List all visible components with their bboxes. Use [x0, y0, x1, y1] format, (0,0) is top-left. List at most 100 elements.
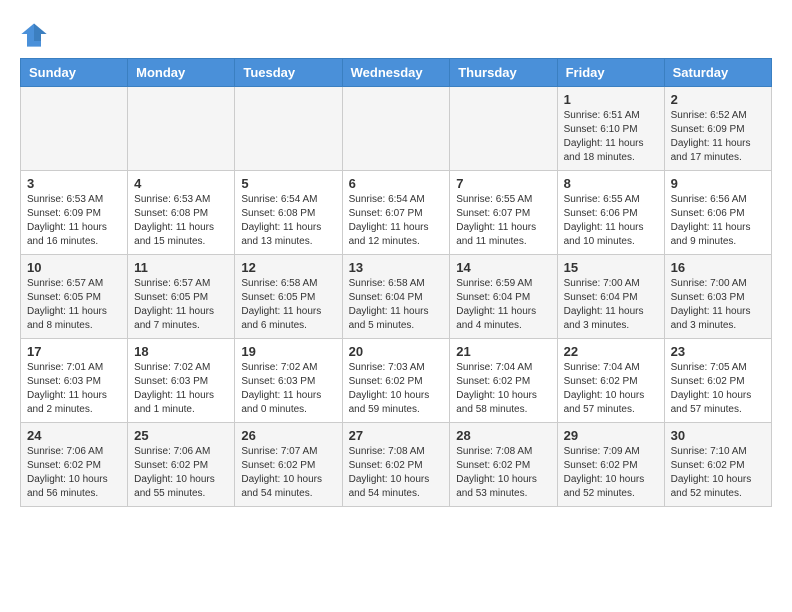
weekday-header: Saturday [664, 59, 771, 87]
day-info: Sunrise: 6:55 AM Sunset: 6:06 PM Dayligh… [564, 193, 658, 249]
day-info: Sunrise: 6:57 AM Sunset: 6:05 PM Dayligh… [27, 277, 121, 333]
day-number: 14 [456, 260, 550, 275]
calendar-day-cell [21, 87, 128, 171]
calendar-day-cell: 30 Sunrise: 7:10 AM Sunset: 6:02 PM Dayli… [664, 423, 771, 507]
day-number: 17 [27, 344, 121, 359]
calendar-day-cell: 2 Sunrise: 6:52 AM Sunset: 6:09 PM Daylig… [664, 87, 771, 171]
day-info: Sunrise: 7:05 AM Sunset: 6:02 PM Dayligh… [671, 361, 765, 417]
logo [20, 20, 52, 48]
day-number: 12 [241, 260, 335, 275]
day-number: 30 [671, 428, 765, 443]
calendar-day-cell [128, 87, 235, 171]
day-info: Sunrise: 6:58 AM Sunset: 6:04 PM Dayligh… [349, 277, 444, 333]
calendar-day-cell: 5 Sunrise: 6:54 AM Sunset: 6:08 PM Daylig… [235, 171, 342, 255]
calendar-day-cell: 13Sunrise: 6:58 AM Sunset: 6:04 PM Dayli… [342, 255, 450, 339]
day-info: Sunrise: 6:59 AM Sunset: 6:04 PM Dayligh… [456, 277, 550, 333]
day-info: Sunrise: 6:54 AM Sunset: 6:07 PM Dayligh… [349, 193, 444, 249]
calendar-day-cell: 22 Sunrise: 7:04 AM Sunset: 6:02 PM Dayli… [557, 339, 664, 423]
day-number: 5 [241, 176, 335, 191]
calendar-day-cell: 1 Sunrise: 6:51 AM Sunset: 6:10 PM Daylig… [557, 87, 664, 171]
day-info: Sunrise: 6:51 AM Sunset: 6:10 PM Dayligh… [564, 109, 658, 165]
day-number: 25 [134, 428, 228, 443]
calendar-week-row: 3 Sunrise: 6:53 AM Sunset: 6:09 PM Daylig… [21, 171, 772, 255]
day-info: Sunrise: 7:04 AM Sunset: 6:02 PM Dayligh… [456, 361, 550, 417]
day-info: Sunrise: 6:52 AM Sunset: 6:09 PM Dayligh… [671, 109, 765, 165]
day-info: Sunrise: 7:02 AM Sunset: 6:03 PM Dayligh… [134, 361, 228, 417]
calendar-day-cell: 14 Sunrise: 6:59 AM Sunset: 6:04 PM Dayli… [450, 255, 557, 339]
day-info: Sunrise: 7:08 AM Sunset: 6:02 PM Dayligh… [456, 445, 550, 501]
day-number: 11 [134, 260, 228, 275]
page-header [20, 20, 772, 48]
day-info: Sunrise: 7:00 AM Sunset: 6:04 PM Dayligh… [564, 277, 658, 333]
day-number: 10 [27, 260, 121, 275]
calendar-day-cell: 25 Sunrise: 7:06 AM Sunset: 6:02 PM Dayli… [128, 423, 235, 507]
calendar-day-cell: 19 Sunrise: 7:02 AM Sunset: 6:03 PM Dayli… [235, 339, 342, 423]
day-info: Sunrise: 6:58 AM Sunset: 6:05 PM Dayligh… [241, 277, 335, 333]
day-info: Sunrise: 6:54 AM Sunset: 6:08 PM Dayligh… [241, 193, 335, 249]
day-number: 7 [456, 176, 550, 191]
day-info: Sunrise: 7:04 AM Sunset: 6:02 PM Dayligh… [564, 361, 658, 417]
calendar-day-cell: 15Sunrise: 7:00 AM Sunset: 6:04 PM Dayli… [557, 255, 664, 339]
calendar-day-cell: 6 Sunrise: 6:54 AM Sunset: 6:07 PM Daylig… [342, 171, 450, 255]
calendar-day-cell: 8 Sunrise: 6:55 AM Sunset: 6:06 PM Daylig… [557, 171, 664, 255]
calendar-day-cell: 27 Sunrise: 7:08 AM Sunset: 6:02 PM Dayli… [342, 423, 450, 507]
day-number: 9 [671, 176, 765, 191]
day-info: Sunrise: 7:07 AM Sunset: 6:02 PM Dayligh… [241, 445, 335, 501]
day-number: 19 [241, 344, 335, 359]
day-number: 27 [349, 428, 444, 443]
day-info: Sunrise: 7:06 AM Sunset: 6:02 PM Dayligh… [134, 445, 228, 501]
day-info: Sunrise: 6:53 AM Sunset: 6:09 PM Dayligh… [27, 193, 121, 249]
calendar-day-cell: 7 Sunrise: 6:55 AM Sunset: 6:07 PM Daylig… [450, 171, 557, 255]
day-number: 28 [456, 428, 550, 443]
day-info: Sunrise: 6:56 AM Sunset: 6:06 PM Dayligh… [671, 193, 765, 249]
calendar-day-cell: 29Sunrise: 7:09 AM Sunset: 6:02 PM Dayli… [557, 423, 664, 507]
calendar-day-cell: 4 Sunrise: 6:53 AM Sunset: 6:08 PM Daylig… [128, 171, 235, 255]
calendar-week-row: 1 Sunrise: 6:51 AM Sunset: 6:10 PM Daylig… [21, 87, 772, 171]
weekday-header: Tuesday [235, 59, 342, 87]
day-number: 18 [134, 344, 228, 359]
calendar-day-cell: 17 Sunrise: 7:01 AM Sunset: 6:03 PM Dayli… [21, 339, 128, 423]
day-number: 6 [349, 176, 444, 191]
weekday-header: Sunday [21, 59, 128, 87]
day-info: Sunrise: 7:10 AM Sunset: 6:02 PM Dayligh… [671, 445, 765, 501]
day-number: 24 [27, 428, 121, 443]
logo-icon [20, 20, 48, 48]
calendar-week-row: 24 Sunrise: 7:06 AM Sunset: 6:02 PM Dayli… [21, 423, 772, 507]
day-number: 1 [564, 92, 658, 107]
day-number: 22 [564, 344, 658, 359]
calendar-day-cell [235, 87, 342, 171]
day-number: 8 [564, 176, 658, 191]
day-number: 23 [671, 344, 765, 359]
calendar-day-cell: 11Sunrise: 6:57 AM Sunset: 6:05 PM Dayli… [128, 255, 235, 339]
calendar-day-cell: 23 Sunrise: 7:05 AM Sunset: 6:02 PM Dayli… [664, 339, 771, 423]
day-number: 4 [134, 176, 228, 191]
calendar-day-cell [450, 87, 557, 171]
day-info: Sunrise: 6:55 AM Sunset: 6:07 PM Dayligh… [456, 193, 550, 249]
day-info: Sunrise: 7:06 AM Sunset: 6:02 PM Dayligh… [27, 445, 121, 501]
day-info: Sunrise: 6:53 AM Sunset: 6:08 PM Dayligh… [134, 193, 228, 249]
calendar-day-cell: 18 Sunrise: 7:02 AM Sunset: 6:03 PM Dayli… [128, 339, 235, 423]
calendar-week-row: 10 Sunrise: 6:57 AM Sunset: 6:05 PM Dayli… [21, 255, 772, 339]
calendar-day-cell: 24 Sunrise: 7:06 AM Sunset: 6:02 PM Dayli… [21, 423, 128, 507]
day-info: Sunrise: 7:00 AM Sunset: 6:03 PM Dayligh… [671, 277, 765, 333]
day-number: 2 [671, 92, 765, 107]
day-info: Sunrise: 7:01 AM Sunset: 6:03 PM Dayligh… [27, 361, 121, 417]
weekday-header: Thursday [450, 59, 557, 87]
calendar-day-cell: 12 Sunrise: 6:58 AM Sunset: 6:05 PM Dayli… [235, 255, 342, 339]
calendar-day-cell: 28 Sunrise: 7:08 AM Sunset: 6:02 PM Dayli… [450, 423, 557, 507]
calendar-day-cell: 9 Sunrise: 6:56 AM Sunset: 6:06 PM Daylig… [664, 171, 771, 255]
day-number: 3 [27, 176, 121, 191]
weekday-header: Wednesday [342, 59, 450, 87]
day-info: Sunrise: 7:08 AM Sunset: 6:02 PM Dayligh… [349, 445, 444, 501]
day-number: 21 [456, 344, 550, 359]
day-number: 16 [671, 260, 765, 275]
calendar-header-row: SundayMondayTuesdayWednesdayThursdayFrid… [21, 59, 772, 87]
calendar-day-cell: 16 Sunrise: 7:00 AM Sunset: 6:03 PM Dayli… [664, 255, 771, 339]
day-number: 20 [349, 344, 444, 359]
day-info: Sunrise: 7:02 AM Sunset: 6:03 PM Dayligh… [241, 361, 335, 417]
calendar-day-cell: 21 Sunrise: 7:04 AM Sunset: 6:02 PM Dayli… [450, 339, 557, 423]
calendar-week-row: 17 Sunrise: 7:01 AM Sunset: 6:03 PM Dayli… [21, 339, 772, 423]
day-number: 26 [241, 428, 335, 443]
day-number: 29 [564, 428, 658, 443]
calendar-day-cell [342, 87, 450, 171]
